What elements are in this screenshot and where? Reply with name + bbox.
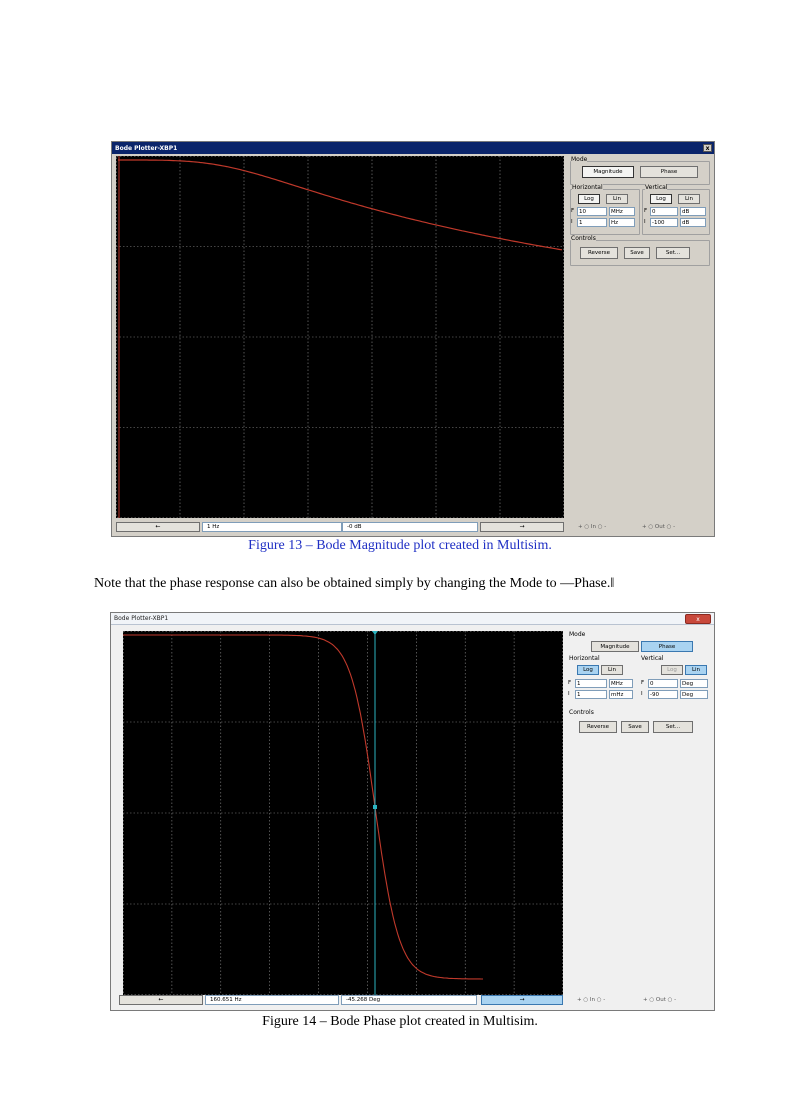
vertical-label: Vertical: [645, 184, 668, 191]
horizontal-label: Horizontal: [572, 184, 603, 191]
arrow-left-icon: ←: [155, 523, 161, 530]
mode-label: Mode: [571, 156, 588, 163]
window-title: Bode Plotter-XBP1: [115, 144, 178, 152]
window-titlebar[interactable]: Bode Plotter-XBP1 x: [111, 613, 714, 625]
vertical-i-unit[interactable]: dB: [680, 218, 706, 227]
reverse-button[interactable]: Reverse: [579, 721, 617, 733]
phase-button[interactable]: Phase: [641, 641, 693, 652]
plot-border: [123, 631, 563, 995]
close-button[interactable]: x: [703, 144, 712, 152]
horizontal-f-input[interactable]: 1: [575, 679, 607, 688]
vertical-f-unit[interactable]: dB: [680, 207, 706, 216]
save-button[interactable]: Save: [624, 247, 650, 259]
vertical-f-key: F: [644, 208, 648, 214]
bode-plotter-window-phase: Bode Plotter-XBP1 x Mode Magnitude Phase…: [110, 612, 715, 1011]
vertical-lin-button[interactable]: Lin: [685, 665, 707, 675]
cursor-left-button[interactable]: ←: [116, 522, 200, 532]
cursor-left-button[interactable]: ←: [119, 995, 203, 1005]
vertical-log-button[interactable]: Log: [661, 665, 683, 675]
window-titlebar[interactable]: Bode Plotter-XBP1 x: [112, 142, 714, 154]
plot-area[interactable]: [123, 631, 563, 995]
horizontal-label: Horizontal: [569, 655, 600, 662]
vertical-f-input[interactable]: 0: [648, 679, 678, 688]
horizontal-f-unit[interactable]: MHz: [609, 207, 635, 216]
arrow-right-icon: →: [519, 523, 525, 530]
out-terminals[interactable]: + ○ Out ○ -: [643, 997, 676, 1003]
magnitude-button[interactable]: Magnitude: [582, 166, 634, 178]
vertical-log-button[interactable]: Log: [650, 194, 672, 204]
in-terminals[interactable]: + ○ In ○ -: [577, 997, 605, 1003]
vertical-label: Vertical: [641, 655, 664, 662]
magnitude-trace: [118, 159, 563, 251]
vertical-f-unit[interactable]: Deg: [680, 679, 708, 688]
vertical-i-unit[interactable]: Deg: [680, 690, 708, 699]
figure-13-caption: Figure 13 – Bode Magnitude plot created …: [248, 538, 552, 553]
bode-plotter-window-magnitude: Bode Plotter-XBP1 x Mode Magnitude Phase…: [111, 141, 715, 537]
vertical-f-key: F: [641, 680, 645, 686]
horizontal-log-button[interactable]: Log: [577, 665, 599, 675]
in-terminals[interactable]: + ○ In ○ -: [578, 524, 606, 530]
controls-label: Controls: [571, 235, 596, 242]
phase-button[interactable]: Phase: [640, 166, 698, 178]
out-terminals[interactable]: + ○ Out ○ -: [642, 524, 675, 530]
frequency-readout: 160.651 Hz: [205, 995, 339, 1005]
horizontal-lin-button[interactable]: Lin: [606, 194, 628, 204]
horizontal-i-key: I: [568, 691, 570, 697]
close-button[interactable]: x: [685, 614, 711, 624]
frequency-readout: 1 Hz: [202, 522, 342, 532]
save-button[interactable]: Save: [621, 721, 649, 733]
reverse-button[interactable]: Reverse: [580, 247, 618, 259]
cursor-point: [373, 805, 377, 809]
horizontal-i-input[interactable]: 1: [577, 218, 607, 227]
magnitude-readout: -0 dB: [342, 522, 478, 532]
arrow-right-icon: →: [519, 996, 525, 1003]
note-paragraph: Note that the phase response can also be…: [94, 576, 615, 591]
vertical-i-key: I: [641, 691, 643, 697]
arrow-left-icon: ←: [158, 996, 164, 1003]
horizontal-f-unit[interactable]: MHz: [609, 679, 633, 688]
vertical-i-input[interactable]: -90: [648, 690, 678, 699]
vertical-lin-button[interactable]: Lin: [678, 194, 700, 204]
horizontal-f-key: F: [571, 208, 575, 214]
figure-14-caption: Figure 14 – Bode Phase plot created in M…: [262, 1014, 538, 1029]
vertical-i-input[interactable]: -100: [650, 218, 678, 227]
horizontal-f-input[interactable]: 10: [577, 207, 607, 216]
vertical-i-key: I: [644, 219, 646, 225]
control-panel: Mode Magnitude Phase Horizontal Log Lin …: [568, 156, 712, 526]
cursor-marker-icon: [372, 631, 378, 635]
cursor-right-button[interactable]: →: [481, 995, 563, 1005]
mode-label: Mode: [569, 631, 586, 638]
vertical-f-input[interactable]: 0: [650, 207, 678, 216]
magnitude-button[interactable]: Magnitude: [591, 641, 639, 652]
plot-area[interactable]: [116, 156, 564, 518]
magnitude-plot: [116, 156, 564, 518]
horizontal-log-button[interactable]: Log: [578, 194, 600, 204]
set-button[interactable]: Set...: [656, 247, 690, 259]
phase-trace: [123, 634, 483, 980]
horizontal-i-input[interactable]: 1: [575, 690, 607, 699]
horizontal-f-key: F: [568, 680, 572, 686]
set-button[interactable]: Set...: [653, 721, 693, 733]
controls-label: Controls: [569, 709, 594, 716]
control-panel: Mode Magnitude Phase Horizontal Log Lin …: [567, 631, 712, 1001]
cursor-right-button[interactable]: →: [480, 522, 564, 532]
phase-readout: -45.268 Deg: [341, 995, 477, 1005]
window-title: Bode Plotter-XBP1: [114, 615, 169, 622]
horizontal-i-key: I: [571, 219, 573, 225]
horizontal-lin-button[interactable]: Lin: [601, 665, 623, 675]
horizontal-i-unit[interactable]: mHz: [609, 690, 633, 699]
horizontal-i-unit[interactable]: Hz: [609, 218, 635, 227]
phase-plot: [123, 631, 563, 995]
